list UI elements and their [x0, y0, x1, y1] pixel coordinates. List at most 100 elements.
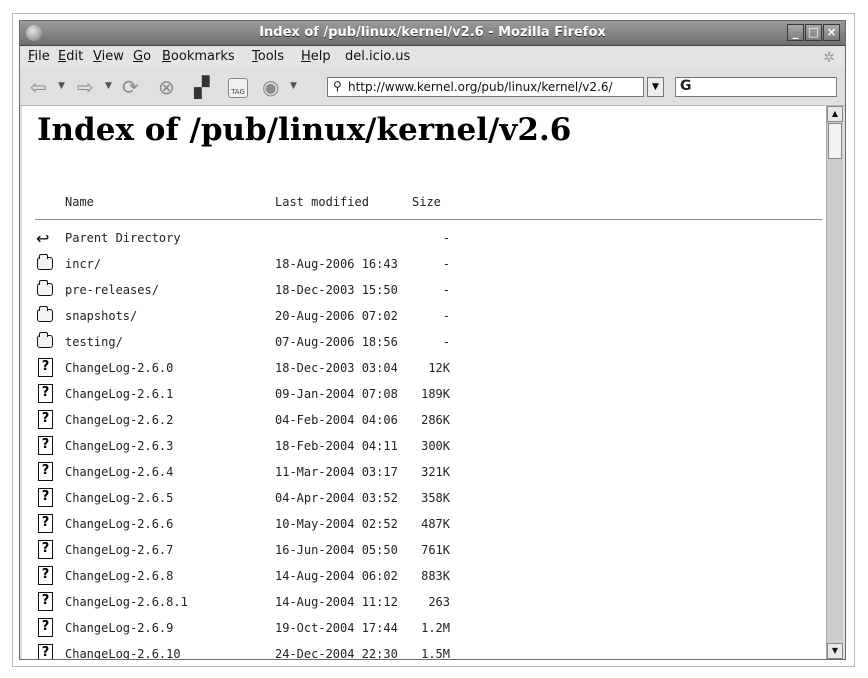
- minimize-icon[interactable]: _: [787, 24, 804, 41]
- unknown-file-icon[interactable]: ?: [36, 383, 54, 403]
- scroll-thumb[interactable]: [828, 123, 842, 159]
- unknown-file-icon[interactable]: ?: [36, 409, 54, 429]
- unknown-file-icon[interactable]: ?: [36, 591, 54, 611]
- entry-name-link[interactable]: ChangeLog-2.6.5: [65, 491, 173, 505]
- entry-name-link[interactable]: ChangeLog-2.6.7: [65, 543, 173, 557]
- back-arrow-icon[interactable]: ⇦: [30, 76, 47, 98]
- entry-modified: 14-Aug-2004 11:12: [275, 595, 398, 609]
- menu-edit[interactable]: Edit: [58, 49, 83, 64]
- scroll-down-icon[interactable]: ▼: [827, 643, 843, 659]
- search-engine-icon[interactable]: G: [680, 78, 692, 94]
- entry-modified: 04-Apr-2004 03:52: [275, 491, 398, 505]
- entry-name-link[interactable]: ChangeLog-2.6.6: [65, 517, 173, 531]
- entry-name-link[interactable]: ChangeLog-2.6.10: [65, 647, 181, 659]
- menu-help[interactable]: Help: [301, 49, 331, 64]
- entry-modified: 10-May-2004 02:52: [275, 517, 398, 531]
- forward-arrow-icon[interactable]: ⇨: [77, 76, 94, 98]
- entry-name-link[interactable]: ChangeLog-2.6.4: [65, 465, 173, 479]
- icon-glyph: ?: [38, 488, 53, 507]
- column-header-modified[interactable]: Last modified: [275, 195, 369, 209]
- entry-modified: 24-Dec-2004 22:30: [275, 647, 398, 659]
- unknown-file-icon[interactable]: ?: [36, 487, 54, 507]
- icon-glyph: ?: [38, 384, 53, 403]
- unknown-file-icon[interactable]: ?: [36, 617, 54, 637]
- entry-modified: 14-Aug-2004 06:02: [275, 569, 398, 583]
- entry-name-link[interactable]: ChangeLog-2.6.8.1: [65, 595, 188, 609]
- entry-size: 300K: [421, 439, 450, 453]
- globe-icon[interactable]: ◉: [262, 76, 279, 98]
- folder-icon[interactable]: [36, 253, 54, 273]
- menu-bookmarks[interactable]: Bookmarks: [162, 49, 235, 64]
- home-icon[interactable]: ▞: [194, 76, 209, 98]
- close-icon[interactable]: ×: [823, 24, 840, 41]
- entry-name-link[interactable]: ChangeLog-2.6.1: [65, 387, 173, 401]
- unknown-file-icon[interactable]: ?: [36, 357, 54, 377]
- list-item: snapshots/20-Aug-2006 07:02 -: [22, 304, 826, 328]
- entry-name-link[interactable]: ChangeLog-2.6.8: [65, 569, 173, 583]
- address-bar[interactable]: ⚲ http://www.kernel.org/pub/linux/kernel…: [327, 77, 644, 97]
- entry-size: 883K: [421, 569, 450, 583]
- menu-view[interactable]: View: [93, 49, 124, 64]
- entry-modified: 20-Aug-2006 07:02: [275, 309, 398, 323]
- menu-tools[interactable]: Tools: [252, 49, 284, 64]
- title-bar[interactable]: Index of /pub/linux/kernel/v2.6 - Mozill…: [20, 21, 845, 46]
- entry-name-link[interactable]: incr/: [65, 257, 101, 271]
- parent-directory-icon[interactable]: ↩: [36, 227, 54, 248]
- entry-size: 321K: [421, 465, 450, 479]
- icon-glyph: [37, 332, 53, 348]
- entry-name-link[interactable]: ChangeLog-2.6.2: [65, 413, 173, 427]
- menu-delicious[interactable]: del.icio.us: [345, 49, 410, 64]
- folder-icon[interactable]: [36, 279, 54, 299]
- icon-glyph: ?: [38, 540, 53, 559]
- unknown-file-icon[interactable]: ?: [36, 461, 54, 481]
- folder-icon[interactable]: [36, 305, 54, 325]
- column-header-size[interactable]: Size: [412, 195, 441, 209]
- list-item: ? ChangeLog-2.6.9 19-Oct-2004 17:44 1.2M: [22, 616, 826, 640]
- entry-size: -: [442, 335, 450, 349]
- reload-icon[interactable]: ⟳: [122, 76, 139, 98]
- globe-dropdown-icon[interactable]: ▼: [290, 81, 297, 91]
- list-item: ? ChangeLog-2.6.5 04-Apr-2004 03:52 358K: [22, 486, 826, 510]
- list-item: ? ChangeLog-2.6.1 09-Jan-2004 07:08 189K: [22, 382, 826, 406]
- unknown-file-icon[interactable]: ?: [36, 435, 54, 455]
- unknown-file-icon[interactable]: ?: [36, 565, 54, 585]
- entry-name-link[interactable]: ChangeLog-2.6.0: [65, 361, 173, 375]
- unknown-file-icon[interactable]: ?: [36, 513, 54, 533]
- tag-bookmark-icon[interactable]: TAG: [228, 78, 248, 98]
- icon-glyph: ?: [38, 462, 53, 481]
- maximize-icon[interactable]: □: [805, 24, 822, 41]
- page-icon: ⚲: [333, 79, 342, 93]
- entry-size: -: [442, 257, 450, 271]
- entry-name-link[interactable]: snapshots/: [65, 309, 137, 323]
- entry-name-link[interactable]: Parent Directory: [65, 231, 181, 245]
- stop-icon[interactable]: ⊗: [158, 76, 175, 98]
- entry-name-link[interactable]: testing/: [65, 335, 123, 349]
- list-item: ? ChangeLog-2.6.10 24-Dec-2004 22:30 1.5M: [22, 642, 826, 659]
- menu-file[interactable]: File: [28, 49, 50, 64]
- list-item: ? ChangeLog-2.6.8.1 14-Aug-2004 11:12 263: [22, 590, 826, 614]
- forward-dropdown-icon[interactable]: ▼: [105, 81, 112, 91]
- entry-name-link[interactable]: pre-releases/: [65, 283, 159, 297]
- vertical-scrollbar[interactable]: ▲ ▼: [826, 106, 843, 659]
- icon-glyph: [37, 280, 53, 296]
- back-dropdown-icon[interactable]: ▼: [58, 81, 65, 91]
- unknown-file-icon[interactable]: ?: [36, 539, 54, 559]
- entry-name-link[interactable]: ChangeLog-2.6.9: [65, 621, 173, 635]
- window-title: Index of /pub/linux/kernel/v2.6 - Mozill…: [259, 25, 606, 40]
- unknown-file-icon[interactable]: ?: [36, 643, 54, 659]
- list-item: ↩ Parent Directory -: [22, 226, 826, 250]
- scroll-up-icon[interactable]: ▲: [827, 106, 843, 122]
- search-box[interactable]: G: [675, 77, 837, 97]
- address-input[interactable]: http://www.kernel.org/pub/linux/kernel/v…: [348, 80, 613, 94]
- menu-bar: File Edit View Go Bookmarks Tools Help d…: [20, 46, 845, 68]
- address-dropdown-icon[interactable]: ▼: [647, 77, 664, 97]
- column-header-name[interactable]: Name: [65, 195, 94, 209]
- entry-size: 761K: [421, 543, 450, 557]
- entry-modified: 18-Dec-2003 03:04: [275, 361, 398, 375]
- menu-go[interactable]: Go: [133, 49, 151, 64]
- entry-name-link[interactable]: ChangeLog-2.6.3: [65, 439, 173, 453]
- header-divider: [35, 219, 822, 220]
- folder-icon[interactable]: [36, 331, 54, 351]
- icon-glyph: ?: [38, 618, 53, 637]
- entry-modified: 09-Jan-2004 07:08: [275, 387, 398, 401]
